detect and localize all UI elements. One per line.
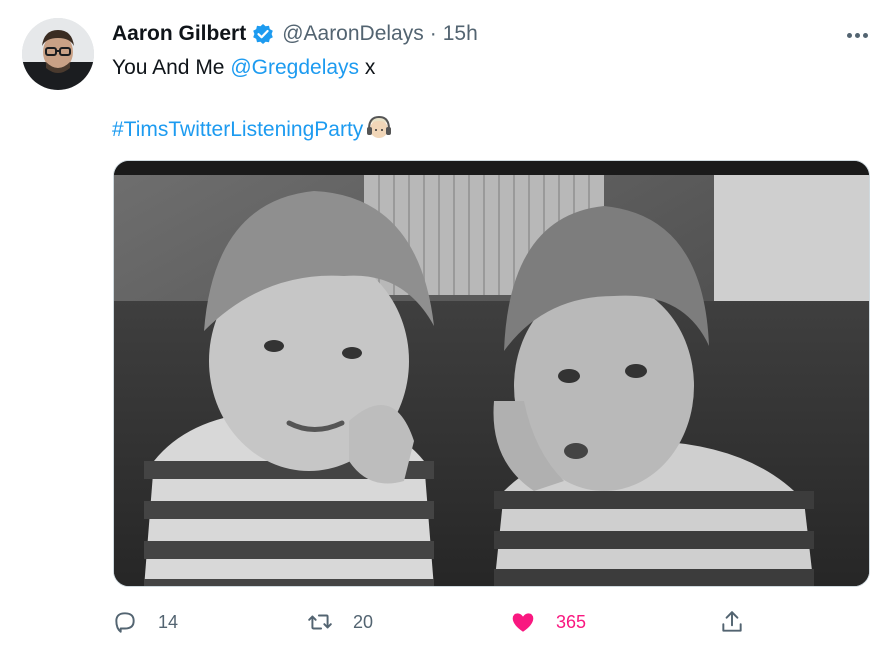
author-name[interactable]: Aaron Gilbert bbox=[112, 22, 246, 46]
heart-icon bbox=[512, 613, 534, 632]
tweet-text-prefix: You And Me bbox=[112, 56, 231, 79]
mention-link[interactable]: @Gregdelays bbox=[230, 56, 359, 79]
reply-count: 14 bbox=[158, 611, 179, 632]
tweet-actions: 14 20 365 bbox=[112, 604, 752, 640]
share-icon bbox=[722, 611, 742, 632]
more-icon[interactable] bbox=[840, 18, 874, 52]
author-handle[interactable]: @AaronDelays bbox=[282, 22, 424, 46]
like-button[interactable]: 365 bbox=[510, 604, 586, 640]
tweet[interactable]: Aaron Gilbert @AaronDelays · 15h You And… bbox=[0, 0, 893, 660]
hashtag-line: #TimsTwitterListeningParty bbox=[112, 114, 393, 144]
hashflag-headphones-icon bbox=[365, 114, 393, 142]
tweet-text-suffix: x bbox=[359, 56, 376, 79]
hashtag-link[interactable]: #TimsTwitterListeningParty bbox=[112, 118, 363, 141]
avatar[interactable] bbox=[22, 18, 94, 90]
retweet-count: 20 bbox=[353, 611, 374, 632]
retweet-button[interactable]: 20 bbox=[307, 604, 373, 640]
reply-button[interactable]: 14 bbox=[112, 604, 178, 640]
separator: · bbox=[429, 22, 437, 45]
tweet-header: Aaron Gilbert @AaronDelays · 15h bbox=[112, 20, 478, 48]
tweet-text: You And Me @Gregdelays x bbox=[112, 54, 375, 82]
share-button[interactable] bbox=[719, 604, 745, 640]
tweet-photo[interactable] bbox=[113, 160, 870, 587]
verified-badge-icon bbox=[252, 23, 274, 45]
like-count: 365 bbox=[556, 611, 587, 632]
timestamp[interactable]: 15h bbox=[443, 22, 478, 46]
reply-icon bbox=[115, 612, 135, 633]
retweet-icon bbox=[308, 614, 332, 630]
